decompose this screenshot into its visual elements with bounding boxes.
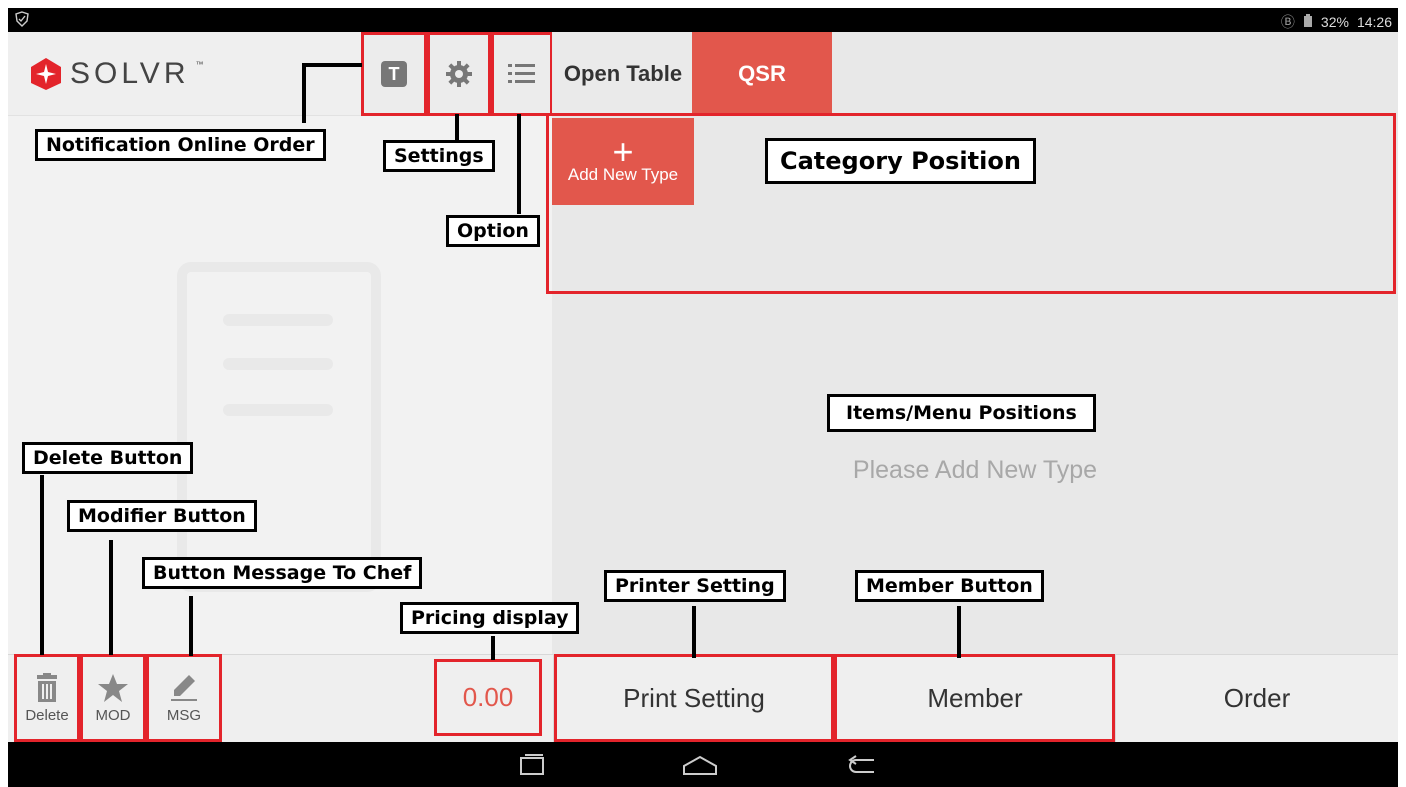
empty-order-icon bbox=[177, 262, 381, 592]
delete-highlight bbox=[14, 654, 80, 742]
annotation-member-button: Member Button bbox=[855, 570, 1044, 602]
tab-qsr[interactable]: QSR bbox=[692, 32, 832, 116]
annotation-option: Option bbox=[446, 215, 540, 247]
recent-apps-icon[interactable] bbox=[516, 752, 548, 781]
battery-level: 32% bbox=[1320, 14, 1349, 30]
settings-highlight bbox=[427, 32, 491, 116]
bluetooth-icon: Ⓑ bbox=[1280, 14, 1295, 30]
annotation-line bbox=[40, 475, 44, 655]
annotation-line bbox=[302, 63, 306, 123]
annotation-pricing-display: Pricing display bbox=[400, 602, 580, 634]
annotation-line bbox=[957, 606, 961, 658]
annotation-delete-button: Delete Button bbox=[22, 442, 194, 474]
annotation-line bbox=[109, 540, 113, 655]
empty-menu-message: Please Add New Type bbox=[852, 456, 1098, 484]
shield-icon bbox=[14, 11, 30, 30]
annotation-items-positions: Items/Menu Positions bbox=[827, 394, 1096, 432]
annotation-message-chef: Button Message To Chef bbox=[142, 557, 423, 589]
logo-text: SOLVR bbox=[70, 57, 190, 90]
msg-highlight bbox=[146, 654, 222, 742]
brand-logo: SOLVR ™ bbox=[28, 54, 203, 94]
system-nav-bar bbox=[8, 742, 1398, 787]
battery-icon bbox=[1303, 13, 1313, 31]
annotation-line bbox=[455, 114, 459, 140]
clock: 14:26 bbox=[1356, 14, 1392, 30]
annotation-line bbox=[692, 606, 696, 658]
notification-highlight bbox=[361, 32, 427, 116]
back-icon[interactable] bbox=[846, 754, 882, 781]
option-highlight bbox=[491, 32, 553, 116]
annotation-settings: Settings bbox=[383, 140, 495, 172]
annotation-line bbox=[189, 596, 193, 656]
logo-trademark: ™ bbox=[195, 59, 204, 69]
order-button[interactable]: Order bbox=[1115, 654, 1398, 742]
logo-mark-icon bbox=[31, 58, 61, 90]
annotation-printer-setting: Printer Setting bbox=[604, 570, 786, 602]
annotation-line bbox=[302, 63, 362, 67]
annotation-notification: Notification Online Order bbox=[35, 129, 326, 161]
annotation-line bbox=[517, 114, 521, 214]
mod-highlight bbox=[80, 654, 146, 742]
status-bar: Ⓑ 32% 14:26 bbox=[8, 8, 1398, 32]
tab-open-table[interactable]: Open Table bbox=[553, 32, 693, 116]
print-setting-highlight bbox=[554, 654, 834, 742]
price-display: 0.00 bbox=[434, 659, 542, 736]
annotation-category-position: Category Position bbox=[765, 138, 1036, 184]
annotation-modifier-button: Modifier Button bbox=[67, 500, 257, 532]
annotation-line bbox=[491, 636, 495, 660]
home-icon[interactable] bbox=[682, 754, 718, 781]
member-highlight bbox=[834, 654, 1115, 742]
